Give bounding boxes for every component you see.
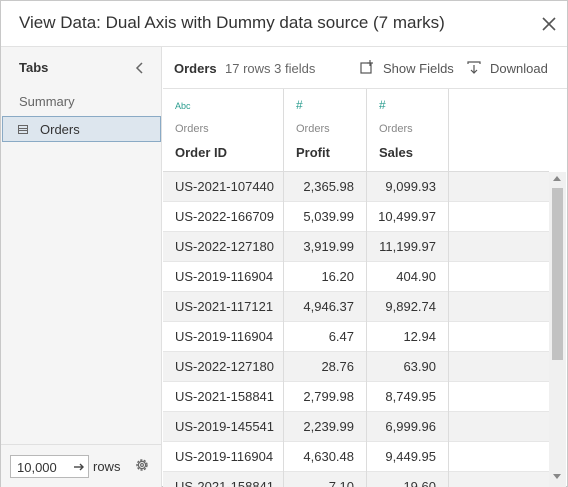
table-row[interactable]: US-2022-127180 3,919.99 11,199.97 [163,232,549,262]
cell-sales: 6,999.96 [367,412,449,442]
cell-sales: 9,892.74 [367,292,449,322]
download-label: Download [490,61,548,76]
cell-profit: 3,919.99 [284,232,367,262]
table-row[interactable]: US-2019-116904 6.47 12.94 [163,322,549,352]
table-row[interactable]: US-2021-107440 2,365.98 9,099.93 [163,172,549,202]
number-type-icon: # [296,98,303,112]
data-toolbar: Orders 17 rows 3 fields Show Fields Down… [163,47,567,89]
cell-profit: 6.47 [284,322,367,352]
column-name: Profit [296,145,330,160]
cell-sales: 63.90 [367,352,449,382]
scrollbar-thumb[interactable] [552,188,563,360]
gear-icon[interactable] [134,457,150,473]
rows-label: rows [93,459,121,474]
download-icon [467,61,481,74]
cell-profit: 4,946.37 [284,292,367,322]
close-icon[interactable] [539,14,559,34]
cell-order-id: US-2022-127180 [163,232,284,262]
table-row[interactable]: US-2021-158841 2,799.98 8,749.95 [163,382,549,412]
cell-order-id: US-2021-158841 [163,382,284,412]
table-row[interactable]: US-2019-116904 16.20 404.90 [163,262,549,292]
cell-sales: 12.94 [367,322,449,352]
cell-order-id: US-2022-127180 [163,352,284,382]
number-type-icon: # [379,98,386,112]
cell-sales: 404.90 [367,262,449,292]
cell-profit: 4,630.48 [284,442,367,472]
grid-rows: US-2021-107440 2,365.98 9,099.93 US-2022… [163,172,549,487]
scroll-down-icon[interactable] [553,474,561,479]
column-source: Orders [296,123,330,135]
rows-control: rows [1,444,161,487]
arrow-right-icon[interactable] [71,459,87,475]
column-source: Orders [175,123,209,135]
cell-order-id: US-2019-145541 [163,412,284,442]
cell-profit: 5,039.99 [284,202,367,232]
cell-order-id: US-2019-116904 [163,262,284,292]
rows-count-input[interactable] [17,459,65,475]
column-header-order-id[interactable]: Abc Orders Order ID [163,89,284,172]
cell-profit: 7.10 [284,472,367,487]
dialog-title: View Data: Dual Axis with Dummy data sou… [19,13,445,32]
scroll-up-icon[interactable] [553,176,561,181]
tabs-heading: Tabs [19,60,49,75]
cell-profit: 2,799.98 [284,382,367,412]
cell-sales: 10,499.97 [367,202,449,232]
cell-sales: 9,449.95 [367,442,449,472]
cell-order-id: US-2021-117121 [163,292,284,322]
string-type-icon: Abc [175,101,191,111]
cell-order-id: US-2021-158841 [163,472,284,487]
cell-sales: 19.60 [367,472,449,487]
table-row[interactable]: US-2021-158841 7.10 19.60 [163,472,549,487]
cell-sales: 8,749.95 [367,382,449,412]
table-row[interactable]: US-2019-145541 2,239.99 6,999.96 [163,412,549,442]
view-data-dialog: View Data: Dual Axis with Dummy data sou… [0,0,568,487]
cell-profit: 16.20 [284,262,367,292]
column-source: Orders [379,123,413,135]
cell-profit: 2,365.98 [284,172,367,202]
table-name: Orders [174,61,217,76]
cell-profit: 28.76 [284,352,367,382]
column-header-profit[interactable]: # Orders Profit [284,89,367,172]
vertical-scrollbar[interactable] [549,172,566,487]
cell-order-id: US-2022-166709 [163,202,284,232]
column-name: Order ID [175,145,228,160]
cell-order-id: US-2019-116904 [163,442,284,472]
table-row[interactable]: US-2021-117121 4,946.37 9,892.74 [163,292,549,322]
sidebar-item-label: Orders [40,122,80,137]
table-row[interactable]: US-2022-127180 28.76 63.90 [163,352,549,382]
show-fields-label: Show Fields [383,61,454,76]
chevron-left-icon[interactable] [134,61,146,75]
column-header-sales[interactable]: # Orders Sales [367,89,449,172]
cell-sales: 11,199.97 [367,232,449,262]
table-row[interactable]: US-2019-116904 4,630.48 9,449.95 [163,442,549,472]
table-icon [18,125,28,134]
show-fields-icon [360,60,373,74]
show-fields-button[interactable]: Show Fields [359,57,454,79]
rows-input-box [10,455,89,478]
table-row[interactable]: US-2022-166709 5,039.99 10,499.97 [163,202,549,232]
sidebar-item-summary[interactable]: Summary [19,94,75,109]
tabs-sidebar: Tabs Summary Orders rows [1,47,162,487]
cell-sales: 9,099.93 [367,172,449,202]
download-button[interactable]: Download [466,57,556,79]
cell-order-id: US-2019-116904 [163,322,284,352]
table-meta: 17 rows 3 fields [225,61,316,76]
column-name: Sales [379,145,413,160]
data-grid: Abc Orders Order ID # Orders Profit # Or… [163,89,549,487]
grid-header: Abc Orders Order ID # Orders Profit # Or… [163,89,549,172]
title-bar: View Data: Dual Axis with Dummy data sou… [1,1,567,47]
cell-order-id: US-2021-107440 [163,172,284,202]
sidebar-item-orders[interactable]: Orders [2,116,161,142]
cell-profit: 2,239.99 [284,412,367,442]
